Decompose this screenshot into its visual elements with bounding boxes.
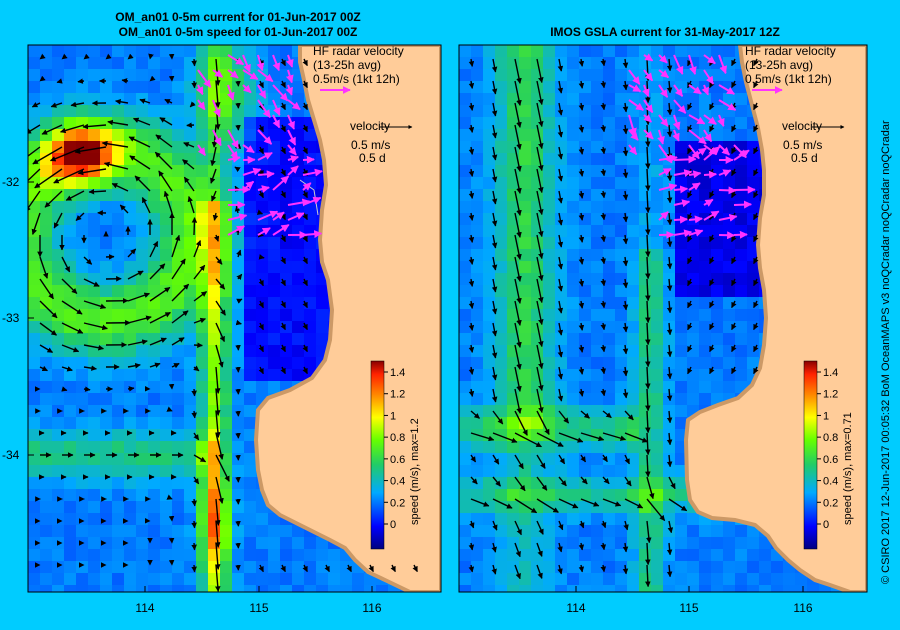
colorbar-tick-label: 1 — [390, 410, 396, 422]
left-velocity-legend-time: 0.5 d — [359, 151, 386, 165]
left-colorbar-scale — [370, 360, 385, 550]
right-lon-label-116: 116 — [793, 601, 812, 615]
colorbar-tick-label: 1.4 — [390, 367, 405, 379]
right-colorbar-scale — [803, 360, 818, 550]
left-hf-legend-line1: HF radar velocity — [313, 44, 404, 58]
colorbar-tick-label: 0.6 — [823, 454, 838, 466]
right-hf-legend-line3: 0.5m/s (1kt 12h) — [745, 72, 832, 86]
colorbar-tick-label: 0.8 — [390, 432, 405, 444]
right-map-panel: IMOS GSLA current for 31-May-2017 12Z HF… — [458, 25, 868, 615]
colorbar-tick-label: 0 — [390, 519, 396, 531]
colorbar-tick-label: 1 — [823, 410, 829, 422]
left-title-line1: OM_an01 0-5m current for 01-Jun-2017 00Z — [115, 10, 360, 24]
lat-label-33: -33 — [2, 311, 20, 325]
left-velocity-legend-title: velocity — [350, 119, 390, 133]
colorbar-tick-label: 1.2 — [823, 389, 838, 401]
colorbar-tick-label: 0.2 — [390, 497, 405, 509]
left-lon-label-116: 116 — [362, 601, 381, 615]
left-velocity-legend-speed: 0.5 m/s — [351, 138, 390, 152]
right-hf-legend-line1: HF radar velocity — [745, 44, 836, 58]
colorbar-tick-label: 0.8 — [823, 432, 838, 444]
right-velocity-legend-speed: 0.5 m/s — [783, 138, 822, 152]
colorbar-tick-label: 0 — [823, 519, 829, 531]
colorbar-tick-label: 0.4 — [823, 476, 838, 488]
left-lon-label-115: 115 — [249, 601, 268, 615]
right-hf-legend-line2: (13-25h avg) — [745, 58, 813, 72]
left-hf-legend-line2: (13-25h avg) — [313, 58, 381, 72]
right-lon-label-114: 114 — [566, 601, 585, 615]
colorbar-tick-label: 0.2 — [823, 497, 838, 509]
right-colorbar-label: speed (m/s), max=0.71 — [842, 412, 854, 525]
figure: OM_an01 0-5m current for 01-Jun-2017 00Z… — [2, 10, 892, 615]
right-lon-label-115: 115 — [679, 601, 698, 615]
right-title: IMOS GSLA current for 31-May-2017 12Z — [550, 25, 780, 39]
left-lon-label-114: 114 — [135, 601, 154, 615]
credit-text: © CSIRO 2017 12-Jun-2017 00:05:32 BoM Oc… — [880, 120, 892, 584]
left-colorbar-label: speed (m/s), max=1.2 — [409, 418, 421, 525]
right-velocity-legend-title: velocity — [782, 119, 822, 133]
right-velocity-legend-time: 0.5 d — [791, 151, 818, 165]
left-map-panel: OM_an01 0-5m current for 01-Jun-2017 00Z… — [2, 10, 442, 615]
colorbar-tick-label: 0.6 — [390, 454, 405, 466]
lat-label-32: -32 — [2, 175, 20, 189]
colorbar-tick-label: 1.4 — [823, 367, 838, 379]
left-title-line2: OM_an01 0-5m speed for 01-Jun-2017 00Z — [119, 25, 358, 39]
lat-label-34: -34 — [2, 448, 20, 462]
colorbar-tick-label: 0.4 — [390, 476, 405, 488]
colorbar-tick-label: 1.2 — [390, 389, 405, 401]
left-hf-legend-line3: 0.5m/s (1kt 12h) — [313, 72, 400, 86]
